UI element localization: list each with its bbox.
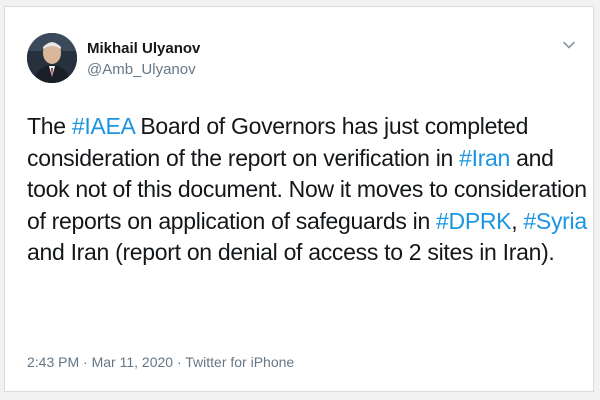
hashtag-link[interactable]: #DPRK (436, 208, 512, 234)
hashtag-link[interactable]: #Syria (523, 208, 587, 234)
avatar-image (27, 33, 77, 83)
tweet-time[interactable]: 2:43 PM (27, 354, 79, 370)
tweet-text-segment: and Iran (report on denial of access to … (27, 239, 555, 265)
hashtag-link[interactable]: #Iran (459, 145, 510, 171)
chevron-down-icon[interactable] (561, 37, 577, 53)
tweet-source[interactable]: Twitter for iPhone (185, 354, 294, 370)
author-name[interactable]: Mikhail Ulyanov (87, 40, 200, 57)
hashtag-link[interactable]: #IAEA (72, 113, 135, 139)
meta-separator: · (173, 354, 186, 370)
tweet-text-segment: , (511, 207, 524, 234)
tweet-card: Mikhail Ulyanov @Amb_Ulyanov The #IAEA B… (4, 6, 594, 392)
author-handle[interactable]: @Amb_Ulyanov (87, 61, 196, 78)
tweet-text-segment: The (27, 113, 72, 139)
tweet-text: The #IAEA Board of Governors has just co… (27, 111, 587, 269)
tweet-meta: 2:43 PM · Mar 11, 2020 · Twitter for iPh… (27, 354, 294, 370)
avatar[interactable] (27, 33, 77, 83)
tweet-date[interactable]: Mar 11, 2020 (92, 354, 173, 370)
meta-separator: · (79, 354, 92, 370)
